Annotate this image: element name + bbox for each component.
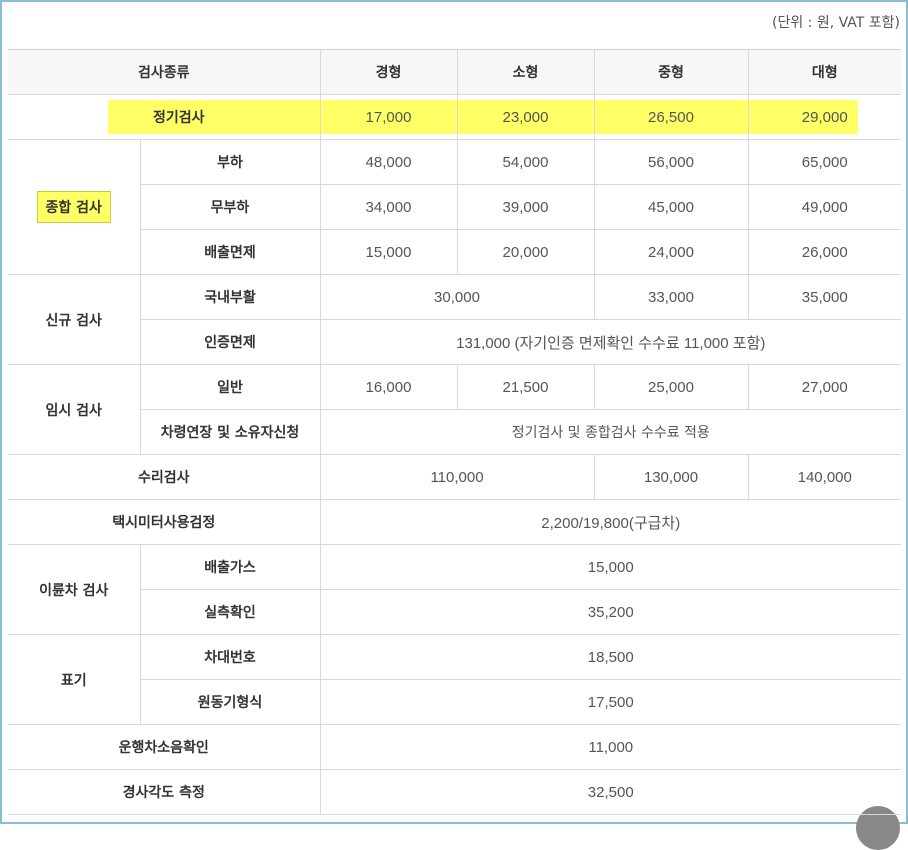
twowheel-measure-value: 35,200 (319, 589, 901, 635)
temp-extend-value: 정기검사 및 종합검사 수수료 적용 (319, 409, 901, 455)
repair-small: 110,000 (319, 454, 595, 500)
regular-small: 23,000 (457, 94, 595, 140)
new-cert-value: 131,000 (자기인증 면제확인 수수료 11,000 포함) (319, 319, 901, 365)
new-domestic-large: 35,000 (747, 274, 901, 320)
regular-light: 17,000 (320, 94, 458, 140)
comp-load-mid: 56,000 (593, 139, 749, 185)
comp-exempt-label: 배출면제 (140, 229, 321, 275)
regular-mid: 26,500 (594, 94, 749, 140)
header-light: 경형 (319, 49, 458, 95)
table-row: 무부하 34,000 39,000 45,000 49,000 (8, 184, 901, 230)
twowheel-exhaust-label: 배출가스 (139, 544, 321, 590)
temp-general-small: 21,500 (456, 364, 595, 410)
marking-vin-value: 18,500 (319, 634, 901, 680)
header-small: 소형 (456, 49, 595, 95)
comp-exempt-large: 26,000 (747, 229, 901, 275)
temp-extend-label: 차령연장 및 소유자신청 (140, 409, 321, 455)
twowheel-label: 이륜차 검사 (8, 544, 141, 635)
regular-large: 29,000 (748, 94, 901, 140)
twowheel-measure-label: 실측확인 (140, 589, 321, 635)
table-row: 경사각도 측정 32,500 (8, 769, 901, 815)
table-row-regular: 정기검사 17,000 23,000 26,500 29,000 (8, 94, 901, 140)
comp-load-large: 65,000 (747, 139, 901, 185)
table-row: 택시미터사용검정 2,200/19,800(구급차) (8, 499, 901, 545)
comp-noload-small: 39,000 (456, 184, 595, 230)
table-row: 신규 검사 국내부활 30,000 33,000 35,000 (8, 274, 901, 365)
temp-label: 임시 검사 (8, 364, 141, 455)
marking-engine-label: 원동기형식 (140, 679, 321, 725)
taxi-label: 택시미터사용검정 (8, 499, 321, 545)
repair-label: 수리검사 (8, 454, 321, 500)
table-row: 이륜차 검사 배출가스 15,000 (8, 544, 901, 635)
marking-engine-value: 17,500 (319, 679, 901, 725)
tilt-value: 32,500 (319, 769, 901, 815)
comp-exempt-light: 15,000 (319, 229, 458, 275)
marking-label: 표기 (8, 634, 141, 725)
table-row: 종합 검사 부하 48,000 54,000 56,000 65,000 (8, 139, 901, 275)
noise-value: 11,000 (319, 724, 901, 770)
regular-label: 정기검사 (8, 94, 321, 140)
table-row: 배출면제 15,000 20,000 24,000 26,000 (8, 229, 901, 275)
new-label: 신규 검사 (8, 274, 141, 365)
tilt-label: 경사각도 측정 (8, 769, 321, 815)
header-type: 검사종류 (8, 49, 321, 95)
comp-noload-light: 34,000 (319, 184, 458, 230)
temp-general-large: 27,000 (747, 364, 901, 410)
comp-load-label: 부하 (139, 139, 321, 185)
table-row: 인증면제 131,000 (자기인증 면제확인 수수료 11,000 포함) (8, 319, 901, 365)
comp-exempt-small: 20,000 (456, 229, 595, 275)
repair-large: 140,000 (747, 454, 901, 500)
comp-load-small: 54,000 (456, 139, 595, 185)
new-domestic-label: 국내부활 (139, 274, 321, 320)
table-row: 표기 차대번호 18,500 (8, 634, 901, 725)
header-mid: 중형 (593, 49, 749, 95)
comp-noload-label: 무부하 (140, 184, 321, 230)
table-row: 임시 검사 일반 16,000 21,500 25,000 27,000 (8, 364, 901, 455)
fee-table: 검사종류 경형 소형 중형 대형 정기검사 17,000 23,000 26,5… (8, 49, 901, 815)
temp-general-light: 16,000 (319, 364, 458, 410)
table-header-row: 검사종류 경형 소형 중형 대형 (8, 49, 901, 95)
taxi-value: 2,200/19,800(구급차) (319, 499, 901, 545)
new-cert-label: 인증면제 (140, 319, 321, 365)
temp-general-label: 일반 (139, 364, 321, 410)
comprehensive-label-cell: 종합 검사 (8, 139, 141, 275)
comp-exempt-mid: 24,000 (593, 229, 749, 275)
comp-load-light: 48,000 (319, 139, 458, 185)
new-domestic-small: 30,000 (319, 274, 595, 320)
twowheel-exhaust-value: 15,000 (319, 544, 901, 590)
new-domestic-mid: 33,000 (593, 274, 749, 320)
header-large: 대형 (747, 49, 901, 95)
unit-note: (단위 : 원, VAT 포함) (771, 15, 900, 31)
repair-mid: 130,000 (593, 454, 749, 500)
noise-label: 운행차소음확인 (8, 724, 321, 770)
table-row: 실측확인 35,200 (8, 589, 901, 635)
marking-vin-label: 차대번호 (139, 634, 321, 680)
comp-noload-large: 49,000 (747, 184, 901, 230)
temp-general-mid: 25,000 (593, 364, 749, 410)
comp-noload-mid: 45,000 (593, 184, 749, 230)
table-row: 원동기형식 17,500 (8, 679, 901, 725)
comprehensive-label: 종합 검사 (36, 191, 111, 223)
table-row: 수리검사 110,000 130,000 140,000 (8, 454, 901, 500)
table-row: 차령연장 및 소유자신청 정기검사 및 종합검사 수수료 적용 (8, 409, 901, 455)
table-row: 운행차소음확인 11,000 (8, 724, 901, 770)
